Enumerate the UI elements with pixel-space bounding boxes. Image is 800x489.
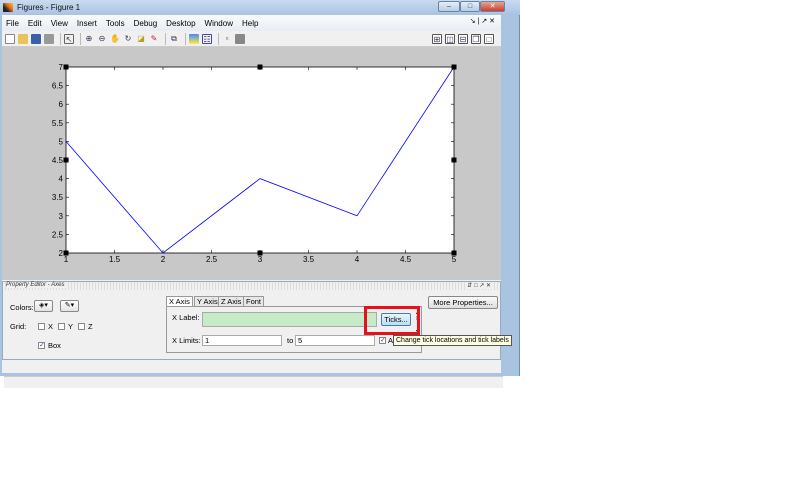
x-limit-from-input[interactable]: 1 <box>202 335 282 346</box>
x-tick-label: 1 <box>64 255 69 264</box>
x-limits-label: X Limits: <box>172 336 201 345</box>
axes-box <box>65 66 455 254</box>
x-tick-label: 5 <box>452 255 457 264</box>
maximize-layout-icon[interactable]: □ <box>484 34 494 44</box>
x-tick-label: 2.5 <box>206 255 218 264</box>
menu-file[interactable]: File <box>6 19 19 28</box>
y-tick-label: 6 <box>59 100 64 109</box>
y-tick-label: 2 <box>59 249 64 258</box>
y-tick-label: 4 <box>59 175 64 184</box>
grid-y-checkbox[interactable] <box>58 323 65 330</box>
colors-label: Colors: <box>10 303 34 312</box>
ticks-tooltip: Change tick locations and tick labels <box>393 335 512 346</box>
menu-insert[interactable]: Insert <box>77 19 97 28</box>
x-label-input[interactable] <box>202 312 377 327</box>
y-tick-label: 3.5 <box>52 193 64 202</box>
figure-canvas: 1 1.5 2 2.5 3 3.5 4 4.5 5 2 2.5 3 3.5 4 4.5 5 5.5 6 6.5 7 <box>2 47 501 280</box>
y-tick-label: 3 <box>59 212 64 221</box>
selection-handle <box>451 157 457 163</box>
toolbar: ↖ ⊕ ⊖ ✋ ↻ ◪ ✎ ⧉ ☷ ▫ <box>2 31 501 47</box>
figure-window: Figures - Figure 1 – □ ✕ File Edit View … <box>0 0 520 388</box>
x-label-label: X Label: <box>172 313 200 322</box>
y-tick-label: 5 <box>59 137 64 146</box>
menu-tools[interactable]: Tools <box>106 19 125 28</box>
edge-color-dropdown[interactable]: ✎▾ <box>60 300 79 312</box>
panel-controls[interactable]: ⇵ □ ↗ ✕ <box>467 282 494 289</box>
menu-bar: File Edit View Insert Tools Debug Deskto… <box>2 15 501 31</box>
brush-icon[interactable]: ✎ <box>149 34 159 44</box>
selection-handle <box>63 250 69 256</box>
x-tick-label: 4 <box>355 255 360 264</box>
menu-view[interactable]: View <box>51 19 68 28</box>
status-bar <box>4 376 503 388</box>
to-label: to <box>287 336 294 345</box>
grid-y-label: Y <box>68 322 74 331</box>
selection-handle <box>63 157 69 163</box>
menu-edit[interactable]: Edit <box>28 19 42 28</box>
minimize-button[interactable]: – <box>438 1 460 12</box>
highlight-box <box>364 306 420 335</box>
property-editor-header: Property Editor - Axes ⇵ □ ↗ ✕ <box>3 282 500 290</box>
layout-controls: ⊞ ◫ ⊟ ❐ □ <box>432 34 497 44</box>
grid-x-label: X <box>48 322 54 331</box>
print-icon[interactable] <box>44 33 54 44</box>
window-title: Figures - Figure 1 <box>17 3 81 12</box>
x-tick-label: 3.5 <box>303 255 315 264</box>
link-plot-icon[interactable]: ⧉ <box>169 34 179 44</box>
selection-handle <box>63 64 69 70</box>
x-tick-label: 4.5 <box>400 255 412 264</box>
title-bar: Figures - Figure 1 – □ ✕ <box>0 0 520 15</box>
line-plot[interactable]: 1 1.5 2 2.5 3 3.5 4 4.5 5 2 2.5 3 3.5 4 4.5 5 5.5 6 6.5 7 <box>2 47 501 280</box>
pan-icon[interactable]: ✋ <box>110 34 120 44</box>
menu-desktop[interactable]: Desktop <box>166 19 195 28</box>
selection-handle <box>257 250 263 256</box>
property-editor: Property Editor - Axes ⇵ □ ↗ ✕ Colors: ◈… <box>2 281 501 360</box>
y-tick-label: 6.5 <box>52 82 64 91</box>
selection-handle <box>451 64 457 70</box>
maximize-button[interactable]: □ <box>460 1 480 12</box>
hide-plot-tools-icon[interactable]: ▫ <box>222 34 232 44</box>
grid-z-label: Z <box>88 322 93 331</box>
zoom-in-icon[interactable]: ⊕ <box>84 34 94 44</box>
grid-x-checkbox[interactable] <box>38 323 45 330</box>
box-label: Box <box>48 341 61 350</box>
x-tick-label: 3 <box>258 255 263 264</box>
data-cursor-icon[interactable]: ◪ <box>136 34 146 44</box>
y-tick-label: 7 <box>59 63 64 72</box>
x-limit-to-input[interactable]: 5 <box>295 335 375 346</box>
insert-legend-icon[interactable]: ☷ <box>202 33 212 44</box>
selection-handle <box>257 64 263 70</box>
matlab-icon <box>3 3 13 12</box>
float-icon[interactable]: ❐ <box>471 34 481 44</box>
dock-controls[interactable]: ↘ | ↗ ✕ <box>470 17 495 25</box>
close-button[interactable]: ✕ <box>480 1 505 12</box>
grid-z-checkbox[interactable] <box>78 323 85 330</box>
rotate-3d-icon[interactable]: ↻ <box>123 34 133 44</box>
more-properties-button[interactable]: More Properties... <box>428 296 498 309</box>
save-icon[interactable] <box>31 33 41 44</box>
y-tick-label: 5.5 <box>52 119 64 128</box>
menu-help[interactable]: Help <box>242 19 258 28</box>
left-right-layout-icon[interactable]: ◫ <box>445 34 455 44</box>
insert-colorbar-icon[interactable] <box>189 33 199 44</box>
selection-handle <box>451 250 457 256</box>
auto-limits-checkbox[interactable]: ✓ <box>379 337 386 344</box>
y-tick-label: 2.5 <box>52 230 64 239</box>
show-plot-tools-icon[interactable] <box>235 33 245 44</box>
face-color-dropdown[interactable]: ◈▾ <box>34 300 53 312</box>
y-tick-label: 4.5 <box>52 156 64 165</box>
edit-plot-icon[interactable]: ↖ <box>64 33 74 44</box>
x-tick-label: 1.5 <box>109 255 121 264</box>
menu-debug[interactable]: Debug <box>134 19 158 28</box>
x-tick-label: 2 <box>161 255 166 264</box>
top-bottom-layout-icon[interactable]: ⊟ <box>458 34 468 44</box>
property-editor-title: Property Editor - Axes <box>6 282 68 288</box>
new-figure-icon[interactable] <box>5 33 15 44</box>
zoom-out-icon[interactable]: ⊖ <box>97 34 107 44</box>
box-checkbox[interactable]: ✓ <box>38 342 45 349</box>
open-icon[interactable] <box>18 33 28 44</box>
tile-layout-icon[interactable]: ⊞ <box>432 34 442 44</box>
menu-window[interactable]: Window <box>205 19 233 28</box>
grid-label: Grid: <box>10 322 27 331</box>
